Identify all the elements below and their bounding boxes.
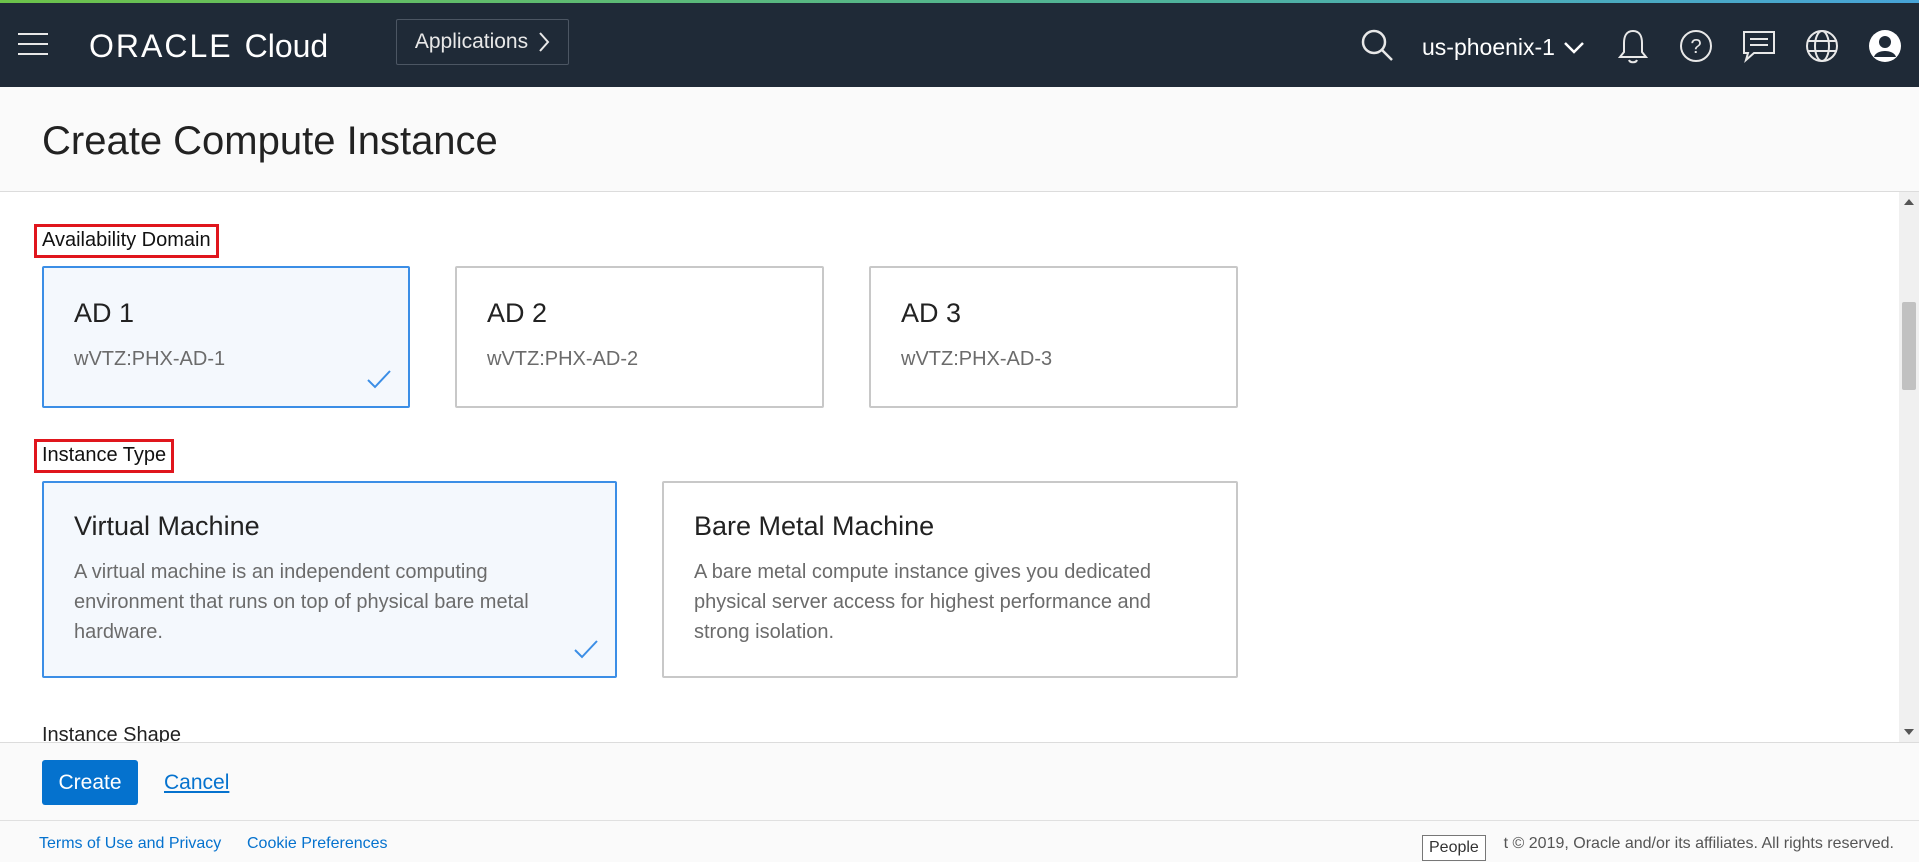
scroll-up-arrow-icon[interactable] [1899,192,1919,212]
cancel-link[interactable]: Cancel [164,771,229,795]
create-instance-form: Availability Domain AD 1 wVTZ:PHX-AD-1 A… [0,192,1899,742]
checkmark-icon [574,640,598,659]
scroll-down-arrow-icon[interactable] [1899,722,1919,742]
instance-type-virtual-machine[interactable]: Virtual Machine A virtual machine is an … [42,481,617,678]
hamburger-menu-icon[interactable] [18,33,48,57]
content-scrollbar[interactable] [1899,192,1919,742]
search-icon[interactable] [1358,27,1396,65]
ad-option-title: AD 2 [487,298,548,328]
scrollbar-thumb[interactable] [1902,302,1916,390]
top-navigation-bar: ORACLE Cloud Applications us-phoenix-1 ? [0,3,1919,87]
cookie-preferences-link[interactable]: Cookie Preferences [247,835,388,853]
chevron-right-icon [539,32,550,52]
form-action-bar: Create Cancel [0,742,1919,821]
ad-option-subtitle: wVTZ:PHX-AD-2 [487,348,639,370]
ad-option-3[interactable]: AD 3 wVTZ:PHX-AD-3 [869,266,1238,408]
ad-option-title: AD 3 [901,298,962,328]
ad-option-title: AD 1 [74,298,135,328]
oracle-cloud-logo[interactable]: ORACLE Cloud [89,26,328,66]
notifications-bell-icon[interactable] [1614,27,1652,65]
people-tooltip: People [1422,835,1486,861]
page-title: Create Compute Instance [42,119,498,163]
instance-type-description: A virtual machine is an independent comp… [74,561,529,643]
svg-text:?: ? [1690,36,1701,58]
language-globe-icon[interactable] [1803,27,1841,65]
page-footer: Terms of Use and Privacy Cookie Preferen… [0,820,1919,862]
chevron-down-icon [1564,42,1584,54]
region-selector[interactable]: us-phoenix-1 [1422,30,1585,64]
instance-type-title: Bare Metal Machine [694,511,935,541]
ad-option-1[interactable]: AD 1 wVTZ:PHX-AD-1 [42,266,410,408]
ad-option-2[interactable]: AD 2 wVTZ:PHX-AD-2 [455,266,824,408]
instance-type-bare-metal[interactable]: Bare Metal Machine A bare metal compute … [662,481,1238,678]
help-icon[interactable]: ? [1677,27,1715,65]
ad-option-subtitle: wVTZ:PHX-AD-1 [74,348,226,370]
region-label: us-phoenix-1 [1422,33,1555,60]
logo-oracle-text: ORACLE [89,27,233,64]
ad-option-subtitle: wVTZ:PHX-AD-3 [901,348,1053,370]
checkmark-icon [367,370,391,389]
applications-button[interactable]: Applications [396,19,569,65]
instance-type-label: Instance Type [34,439,175,473]
instance-type-description: A bare metal compute instance gives you … [694,561,1151,643]
availability-domain-label: Availability Domain [34,224,219,258]
page-header: Create Compute Instance [0,87,1919,192]
chat-feedback-icon[interactable] [1740,27,1778,65]
applications-label: Applications [414,30,529,53]
terms-of-use-link[interactable]: Terms of Use and Privacy [39,835,221,853]
user-profile-icon[interactable] [1866,27,1904,65]
copyright-text: t © 2019, Oracle and/or its affiliates. … [1503,835,1894,852]
instance-type-title: Virtual Machine [74,511,260,541]
create-button[interactable]: Create [42,760,138,805]
logo-cloud-text: Cloud [244,27,329,64]
instance-shape-label: Instance Shape [42,724,181,742]
